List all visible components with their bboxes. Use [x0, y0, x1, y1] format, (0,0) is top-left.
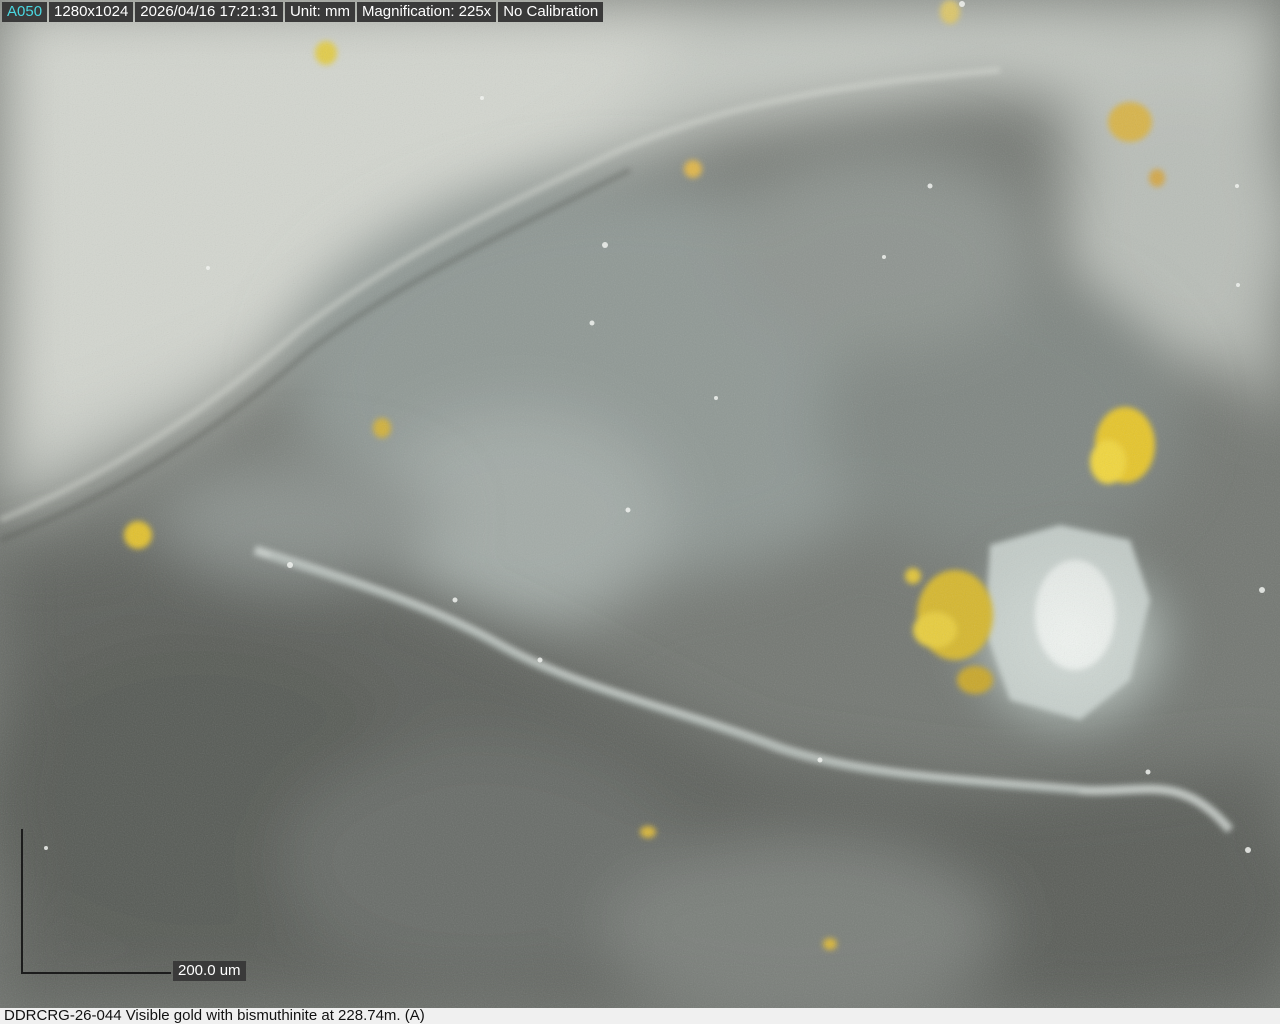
image-caption: DDRCRG-26-044 Visible gold with bismuthi…	[4, 1007, 425, 1024]
scale-bar-vertical-line	[21, 829, 23, 974]
specimen-image	[0, 0, 1280, 1008]
microscope-viewer: A050 1280x1024 2026/04/16 17:21:31 Unit:…	[0, 0, 1280, 1024]
calibration-status: No Calibration	[498, 2, 604, 22]
magnification-readout: Magnification: 225x	[356, 2, 497, 22]
channel-label: A050	[2, 2, 48, 22]
scale-bar-label: 200.0 um	[173, 961, 246, 981]
scale-bar-horizontal-line	[21, 972, 171, 974]
timestamp-readout: 2026/04/16 17:21:31	[135, 2, 283, 22]
resolution-readout: 1280x1024	[49, 2, 134, 22]
unit-readout: Unit: mm	[284, 2, 355, 22]
status-overlay: A050 1280x1024 2026/04/16 17:21:31 Unit:…	[2, 2, 604, 22]
